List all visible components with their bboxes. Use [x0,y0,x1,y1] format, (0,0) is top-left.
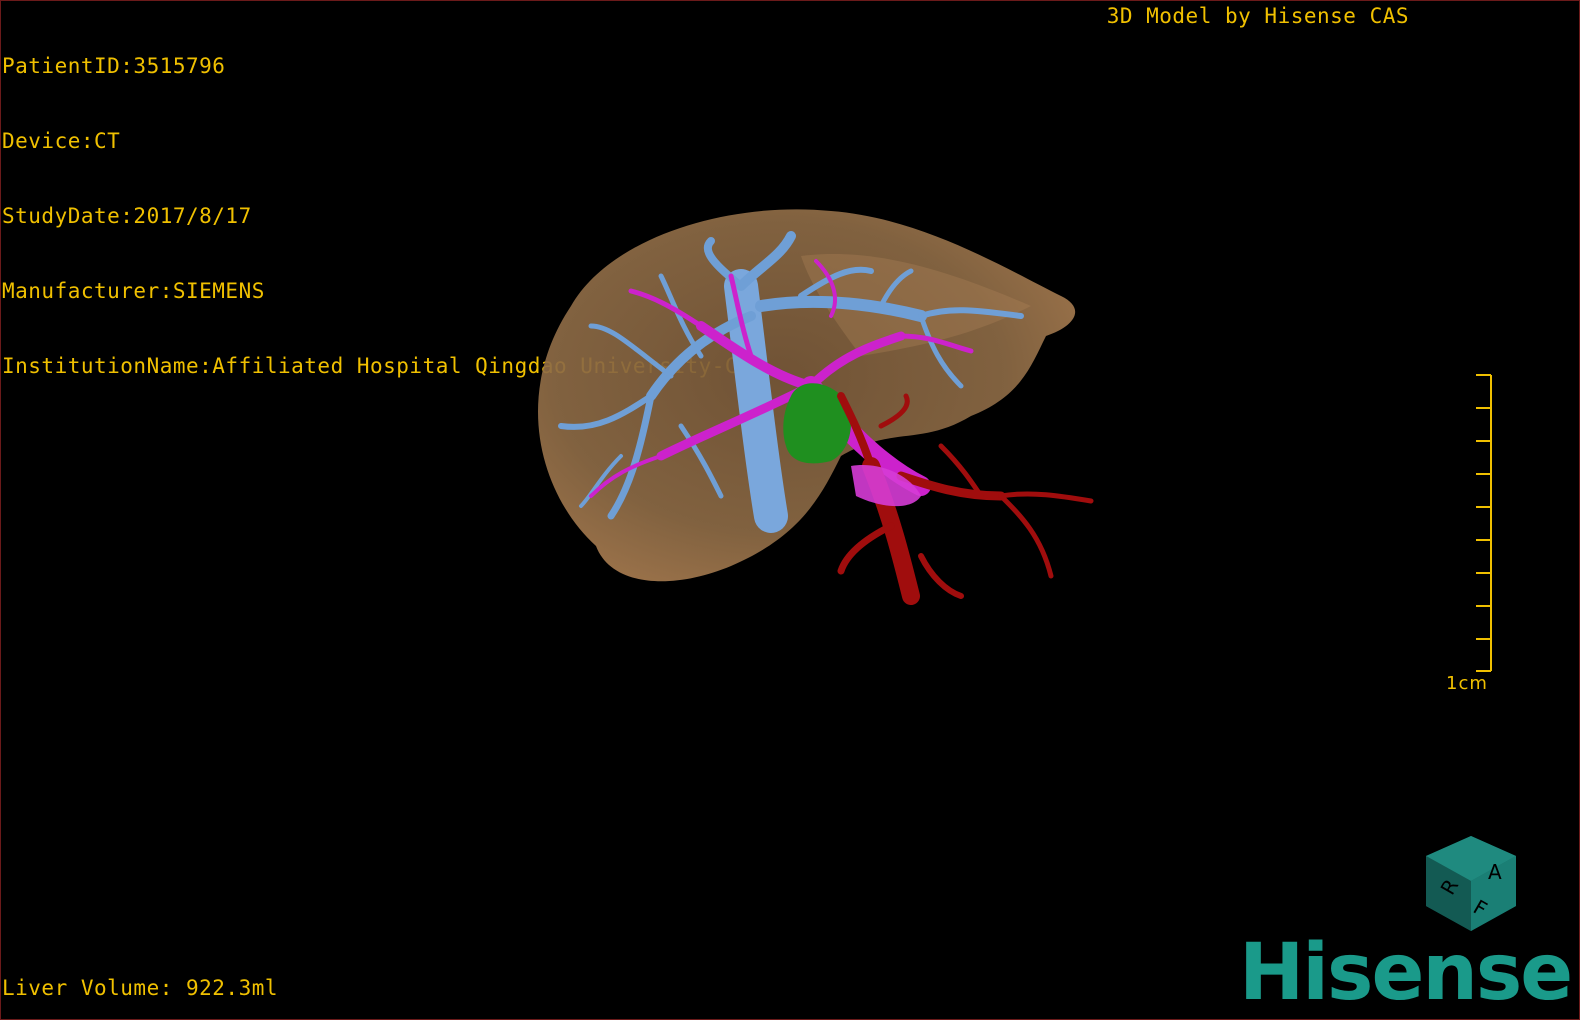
patient-id-text: PatientID:3515796 [2,54,226,78]
liver-volume-text: Liver Volume: 922.3ml [2,976,279,1000]
orientation-cube[interactable]: A R F [1416,831,1526,941]
cube-label-a: A [1488,860,1502,884]
scale-label: 1cm [1446,673,1488,694]
device-text: Device:CT [2,129,121,153]
scale-bar [1476,374,1492,672]
liver-3d-model[interactable] [501,196,1121,626]
hisense-logo: Hisense [1239,928,1573,1018]
3d-viewport[interactable]: PatientID:3515796 Device:CT StudyDate:20… [0,0,1580,1020]
model-title: 3D Model by Hisense CAS [1106,4,1409,28]
